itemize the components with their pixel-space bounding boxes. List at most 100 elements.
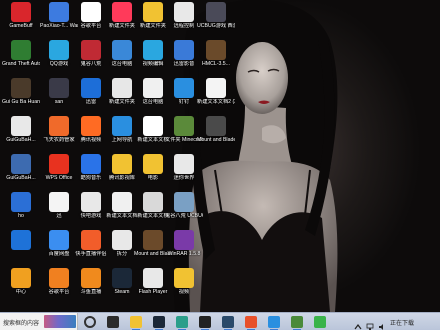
desktop-icon[interactable]: 新建文本文档2 (3) [197,78,235,105]
desktop-icon-label: 迷你世界 [173,175,195,181]
taskbar-search-box[interactable]: 搜索框的内容 [0,313,78,330]
doc-icon [143,116,163,136]
network-icon[interactable] [366,318,374,330]
desktop-icon-label: 新建文本文档2 (3) [197,99,235,105]
folder-icon [143,2,163,22]
steam-icon [112,268,132,288]
desktop-icon-label: Gui Gu Ba Huang Ear... [2,99,40,105]
game-icon [206,116,226,136]
qq-game-icon [49,40,69,60]
steam-icon[interactable] [222,316,234,330]
app-icon [174,40,194,60]
desktop-icon[interactable]: Gui Gu Ba Huang Ear... [2,78,40,105]
folder-icon [143,154,163,174]
desktop-icon[interactable] [2,230,40,251]
search-highlight-image [44,315,76,328]
desktop-icon[interactable]: 视频 [165,268,203,295]
computer-icon [112,40,132,60]
video-icon [81,116,101,136]
app-icon[interactable] [291,316,303,330]
doc-icon [206,78,226,98]
desktop-icon[interactable]: 迷你世界 [165,154,203,181]
app-icon [143,40,163,60]
app-icon [11,192,31,212]
browser-icon[interactable] [245,316,257,330]
doc-icon [143,192,163,212]
folder-icon [49,78,69,98]
app-icon [11,268,31,288]
desktop-icon-label: GameBuff [9,23,33,29]
hmcl-icon [206,40,226,60]
chevron-up-icon[interactable] [354,318,362,330]
desktop-icon[interactable]: UCBUG游戏 西游仙侠 [197,2,235,29]
app-icon [81,2,101,22]
desktop-icon[interactable]: Grand Theft Auto V v1... [2,40,40,67]
app-icon [174,154,194,174]
desktop-icon-label: Mount and Blade II B... [197,137,235,143]
app-icon [49,192,69,212]
desktop-icon-label: 鬼谷八荒 UCBUG游... [165,213,203,219]
desktop-icon[interactable]: 鬼谷八荒 UCBUG游... [165,192,203,219]
desktop-icon-label: WinRAR 1.5.8 [167,251,201,257]
wechat-icon[interactable] [314,316,326,328]
folder-icon [174,268,194,288]
desktop-icon[interactable]: HMCL-3.5... [197,40,235,67]
volume-icon[interactable] [378,318,386,330]
desktop-icon-label: UCBUG游戏 西游仙侠 [197,23,235,29]
app-icon [49,268,69,288]
doc-icon [112,192,132,212]
app-icon [81,192,101,212]
computer-icon [143,78,163,98]
desktop-icon[interactable]: GameBuff [2,2,40,29]
game-icon [11,78,31,98]
desktop-icon-label: 视频 [178,289,190,295]
desktop-icon[interactable]: Mount and Blade II B... [197,116,235,143]
desktop-icon[interactable]: ho [2,192,40,219]
app-icon [81,230,101,250]
desktop-icon-label: 中心 [15,289,27,295]
doc-icon [112,78,132,98]
qq-icon[interactable] [268,316,280,330]
desktop-icon-label: Grand Theft Auto V v1... [2,61,40,67]
desktop-icon-label: GuiGuBaH... [6,175,36,181]
game-icon [11,154,31,174]
browser-icon [112,116,132,136]
desktop-icon[interactable]: WinRAR 1.5.8 [165,230,203,257]
task-view-icon[interactable] [107,316,119,328]
desktop-icon-label: ho [18,213,24,219]
doc-icon [11,116,31,136]
app-icon [174,2,194,22]
gta-icon [11,40,31,60]
winrar-icon [174,230,194,250]
flash-icon [143,268,163,288]
desktop-icon[interactable]: GuiGuBaH... [2,116,40,143]
steam-icon[interactable] [153,316,165,330]
search-placeholder: 搜索框的内容 [3,321,40,327]
doc-icon [112,230,132,250]
gamebuff-icon [11,2,31,22]
thunder-icon [81,78,101,98]
app-icon [81,268,101,288]
app-icon [11,230,31,250]
game-icon [81,40,101,60]
minecraft-icon [174,116,194,136]
taskbar: 搜索框的内容 正在下载 [0,312,440,330]
app-icon [174,78,194,98]
app-icon [49,116,69,136]
cortana-icon[interactable] [84,316,96,328]
game-icon [143,230,163,250]
game-icon [49,2,69,22]
desktop-icon-label: HMCL-3.5... [202,61,230,67]
desktop-icon-label: GuiGuBaH... [6,137,36,143]
tray-download-status[interactable]: 正在下载 [390,318,414,327]
folder-icon [112,154,132,174]
app-icon [112,2,132,22]
wps-icon [49,154,69,174]
music-icon [81,154,101,174]
explorer-icon[interactable] [130,316,142,330]
capcut-icon[interactable] [199,316,211,330]
desktop-icon[interactable]: 中心 [2,268,40,295]
desktop-icon[interactable]: GuiGuBaH... [2,154,40,181]
edge-icon[interactable] [176,316,188,330]
game-icon [174,192,194,212]
